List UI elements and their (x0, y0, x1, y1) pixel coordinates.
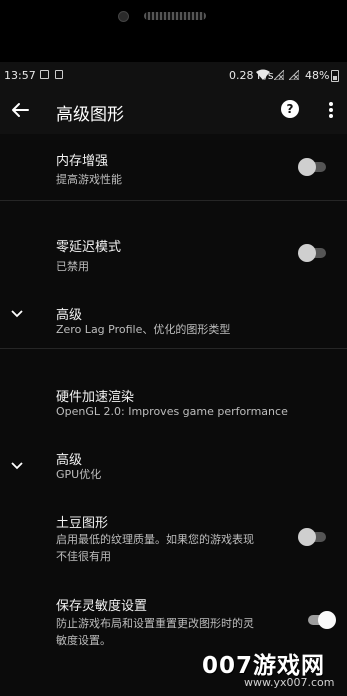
app-bar: 高级图形 ? (0, 88, 347, 134)
setting-subtitle: 已禁用 (56, 260, 89, 273)
more-vert-icon[interactable] (321, 99, 341, 121)
setting-memory-boost[interactable]: 内存增强 提高游戏性能 (0, 134, 347, 198)
no-signal-icon (289, 70, 299, 80)
setting-subtitle: 提高游戏性能 (56, 173, 122, 186)
potato-graphics-toggle[interactable] (298, 526, 328, 548)
setting-title: 土豆图形 (56, 516, 109, 531)
phone-bezel (0, 0, 347, 62)
divider (0, 200, 347, 201)
wifi-icon (256, 69, 270, 80)
setting-zero-lag[interactable]: 零延迟模式 已禁用 (0, 222, 347, 276)
settings-list: 内存增强 提高游戏性能 零延迟模式 已禁用 高级 Zero Lag Profil… (0, 134, 347, 696)
setting-gpu-advanced[interactable]: 高级 GPU优化 (0, 439, 347, 489)
image-notification-icon (40, 70, 49, 79)
watermark-brand: 007游戏网 (202, 653, 326, 679)
setting-title: 保存灵敏度设置 (56, 599, 148, 614)
chevron-down-icon (11, 462, 23, 470)
setting-subtitle-line: 防止游戏布局和设置重置更改图形时的灵 (56, 617, 254, 630)
setting-potato-graphics[interactable]: 土豆图形 启用最低的纹理质量。如果您的游戏表现 不佳很有用 (0, 504, 347, 566)
site-watermark: 007游戏网 www.yx007.com (0, 640, 347, 696)
chevron-down-icon (11, 310, 23, 318)
battery-icon (331, 70, 339, 82)
setting-title: 内存增强 (56, 154, 109, 169)
watermark-url: www.yx007.com (244, 676, 335, 689)
sim-notification-icon (55, 70, 63, 79)
earpiece-speaker (144, 12, 206, 20)
setting-subtitle: Zero Lag Profile、优化的图形类型 (56, 323, 231, 336)
help-icon[interactable]: ? (281, 100, 299, 118)
setting-hw-accel[interactable]: 硬件加速渲染 OpenGL 2.0: Improves game perform… (0, 372, 347, 426)
front-camera (118, 11, 129, 22)
page-title: 高级图形 (56, 105, 124, 125)
setting-zero-lag-advanced[interactable]: 高级 Zero Lag Profile、优化的图形类型 (0, 292, 347, 342)
setting-subtitle: OpenGL 2.0: Improves game performance (56, 405, 288, 418)
save-sensitivity-toggle[interactable] (306, 609, 336, 631)
setting-subtitle-line: 不佳很有用 (56, 550, 111, 563)
setting-subtitle: GPU优化 (56, 468, 102, 481)
memory-boost-toggle[interactable] (298, 156, 328, 178)
no-signal-icon (274, 70, 284, 80)
setting-subtitle-line: 启用最低的纹理质量。如果您的游戏表现 (56, 533, 254, 546)
status-bar: 13:57 0.28 K/s 48% (0, 62, 347, 88)
divider (0, 348, 347, 349)
setting-title: 硬件加速渲染 (56, 390, 135, 405)
setting-title: 零延迟模式 (56, 240, 122, 255)
battery-percent: 48% (305, 69, 330, 82)
arrow-back-icon[interactable] (8, 98, 32, 122)
status-time: 13:57 (4, 69, 36, 82)
zero-lag-toggle[interactable] (298, 242, 328, 264)
